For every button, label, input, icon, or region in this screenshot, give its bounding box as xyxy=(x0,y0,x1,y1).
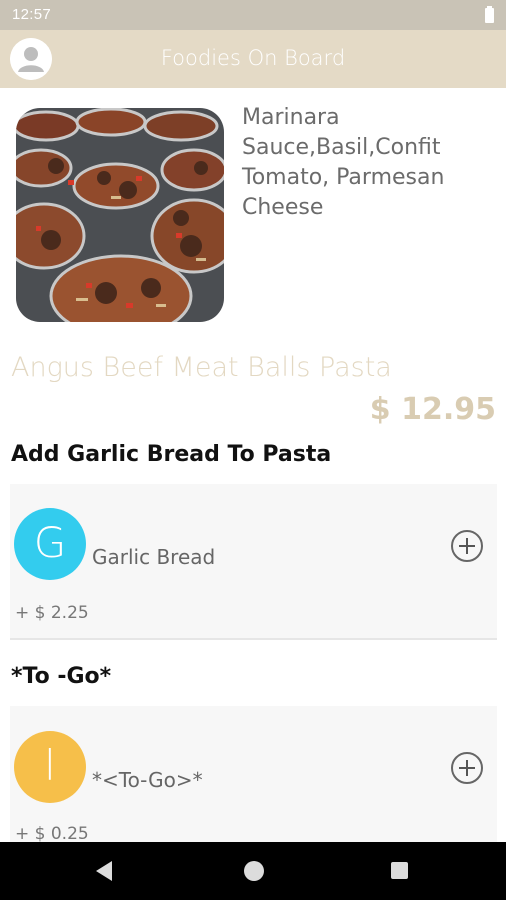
home-icon[interactable] xyxy=(244,861,264,881)
divider xyxy=(10,638,497,640)
battery-icon xyxy=(485,6,494,23)
plus-circle-icon[interactable] xyxy=(451,530,483,562)
status-bar: 12:57 xyxy=(0,0,506,30)
app-bar: Foodies On Board xyxy=(0,30,506,88)
product-description: Marinara Sauce,Basil,Confit Tomato, Parm… xyxy=(242,105,445,220)
recents-icon[interactable] xyxy=(391,862,408,879)
back-icon[interactable] xyxy=(96,861,112,881)
app-title: Foodies On Board xyxy=(160,46,346,70)
product-price: $ 12.95 xyxy=(369,392,496,427)
product-name: Angus Beef Meat Balls Pasta xyxy=(11,352,392,383)
option-card-garlic-bread[interactable]: G Garlic Bread + $ 2.25 xyxy=(10,484,497,640)
plus-circle-icon[interactable] xyxy=(451,752,483,784)
option-price: + $ 2.25 xyxy=(15,603,89,623)
option-price: + $ 0.25 xyxy=(15,824,89,844)
option-letter-icon: G xyxy=(14,508,86,580)
navigation-bar xyxy=(0,842,506,900)
option-letter-icon: l xyxy=(14,731,86,803)
section-title-garlic-bread: Add Garlic Bread To Pasta xyxy=(11,442,332,467)
option-name: Garlic Bread xyxy=(92,545,216,569)
status-time: 12:57 xyxy=(12,6,52,23)
product-image xyxy=(16,108,224,322)
option-card-to-go[interactable]: l *<To-Go>* + $ 0.25 xyxy=(10,706,497,844)
option-name: *<To-Go>* xyxy=(92,768,203,792)
section-title-to-go: *To -Go* xyxy=(11,664,112,689)
